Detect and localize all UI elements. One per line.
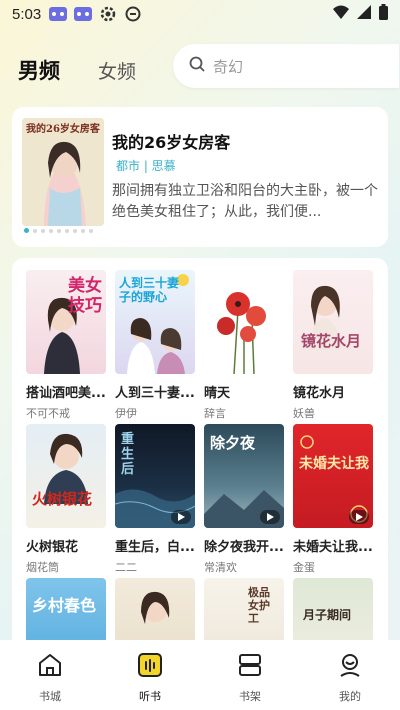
play-badge	[349, 510, 369, 524]
book-author: 金蛋	[293, 561, 315, 574]
featured-book-card[interactable]: 我的26岁女房客 我的26岁女房客 都市 | 思慕 那间拥有独立卫浴和阳台的大主…	[12, 107, 388, 247]
nav-label: 书架	[239, 690, 261, 703]
carousel-dot	[89, 228, 93, 233]
wifi-icon	[333, 5, 349, 23]
home-icon	[37, 652, 63, 682]
book-item[interactable]: 除夕夜 除夕夜我开... 常清欢	[204, 424, 284, 575]
book-item[interactable]: 月子期间	[293, 578, 373, 648]
nav-item-profile[interactable]: 我的	[310, 652, 390, 704]
book-title: 搭讪酒吧美...	[26, 386, 106, 401]
carousel-dot	[33, 228, 37, 233]
signal-icon	[357, 5, 371, 23]
book-author: 二二	[115, 561, 137, 574]
book-author: 常清欢	[204, 561, 237, 574]
carousel-dot	[24, 228, 29, 233]
carousel-indicator	[24, 228, 93, 233]
featured-book-description: 那间拥有独立卫浴和阳台的大主卧，被一个绝色美女租住了；从此，我们便...	[112, 183, 378, 220]
book-cover[interactable]: 重生后	[115, 424, 195, 528]
book-item[interactable]: 镜花水月 镜花水月 妖兽	[293, 270, 373, 421]
book-cover-text: 乡村春色	[32, 596, 97, 615]
book-title: 火树银花	[26, 540, 79, 555]
carousel-dot	[81, 228, 85, 233]
book-author: 烟花筒	[26, 561, 59, 574]
carousel-dot	[73, 228, 77, 233]
gamepad-icon	[49, 5, 68, 23]
featured-book-title: 我的26岁女房客	[112, 133, 231, 152]
search-input[interactable]: 奇幻	[173, 44, 399, 88]
tab-female[interactable]: 女频	[98, 57, 136, 84]
book-cover-text: 重生后	[121, 432, 135, 477]
book-cover[interactable]: 除夕夜	[204, 424, 284, 528]
book-cover[interactable]: 美女技巧	[26, 270, 106, 374]
book-title: 重生后，白...	[115, 540, 195, 555]
search-placeholder: 奇幻	[213, 57, 244, 76]
book-cover-text: 火树银花	[32, 490, 93, 508]
book-author: 妖兽	[293, 407, 315, 420]
book-item[interactable]: 未婚夫让我 未婚夫让我... 金蛋	[293, 424, 373, 575]
featured-cover-title: 我的26岁女房客	[26, 124, 100, 135]
nav-item-bookshelf[interactable]: 书架	[210, 652, 290, 704]
play-badge	[260, 510, 280, 524]
channel-tabs: 男频 女频	[18, 55, 136, 85]
carousel-dot	[49, 228, 53, 233]
book-author: 伊伊	[115, 407, 137, 420]
app-notification-icon	[124, 5, 142, 23]
bottom-navigation: 书城 听书 书架 我的	[0, 640, 400, 710]
book-item[interactable]	[115, 578, 195, 648]
book-cover[interactable]: 极品女护工	[204, 578, 284, 648]
book-title: 人到三十妻...	[115, 386, 195, 401]
book-item[interactable]: 晴天 辞言	[204, 270, 284, 421]
settings-icon	[99, 5, 117, 23]
book-cover-text: 除夕夜	[210, 434, 256, 452]
book-item[interactable]: 美女技巧 搭讪酒吧美... 不可不戒	[26, 270, 106, 421]
carousel-dot	[65, 228, 69, 233]
book-cover[interactable]: 月子期间	[293, 578, 373, 648]
book-cover[interactable]	[204, 270, 284, 374]
book-cover[interactable]: 人到三十妻子的野心	[115, 270, 195, 374]
book-item[interactable]: 乡村春色	[26, 578, 106, 648]
book-title: 晴天	[204, 386, 231, 401]
battery-icon	[379, 4, 388, 24]
tab-male[interactable]: 男频	[18, 55, 60, 85]
book-title: 除夕夜我开...	[204, 540, 284, 555]
gamepad-icon	[74, 5, 93, 23]
book-cover[interactable]: 未婚夫让我	[293, 424, 373, 528]
nav-label: 听书	[139, 690, 161, 703]
bookshelf-icon	[237, 652, 263, 682]
book-cover-text: 未婚夫让我	[299, 456, 369, 472]
carousel-dot	[41, 228, 45, 233]
status-time: 5:03	[12, 5, 42, 23]
book-author: 辞言	[204, 407, 226, 420]
featured-book-cover[interactable]: 我的26岁女房客	[22, 118, 104, 226]
status-bar: 5:03	[0, 0, 400, 28]
book-cover-text: 美女技巧	[68, 276, 102, 316]
nav-label: 我的	[339, 690, 361, 703]
carousel-dot	[57, 228, 61, 233]
book-title: 未婚夫让我...	[293, 540, 373, 555]
book-cover-text: 人到三十妻子的野心	[119, 276, 180, 304]
book-cover[interactable]: 火树银花	[26, 424, 106, 528]
profile-icon	[337, 652, 363, 682]
book-cover-text: 月子期间	[303, 608, 352, 622]
book-item[interactable]: 人到三十妻子的野心 人到三十妻... 伊伊	[115, 270, 195, 421]
audio-icon	[137, 652, 163, 682]
book-grid: 美女技巧 搭讪酒吧美... 不可不戒 人到三十妻子的野心 人到三十妻... 伊伊	[12, 258, 388, 648]
nav-label: 书城	[39, 690, 61, 703]
book-item[interactable]: 火树银花 火树银花 烟花筒	[26, 424, 106, 575]
book-item[interactable]: 极品女护工	[204, 578, 284, 648]
book-cover[interactable]: 镜花水月	[293, 270, 373, 374]
book-title: 镜花水月	[293, 386, 346, 401]
book-item[interactable]: 重生后 重生后，白... 二二	[115, 424, 195, 575]
play-badge	[171, 510, 191, 524]
book-cover-text: 镜花水月	[301, 332, 362, 350]
book-cover[interactable]	[115, 578, 195, 648]
nav-item-audiobooks[interactable]: 听书	[110, 652, 190, 704]
nav-item-bookstore[interactable]: 书城	[10, 652, 90, 704]
featured-book-tags: 都市 | 思慕	[116, 159, 176, 173]
book-author: 不可不戒	[26, 407, 70, 420]
book-cover-text: 极品女护工	[248, 586, 270, 625]
search-icon	[189, 56, 205, 76]
book-cover[interactable]: 乡村春色	[26, 578, 106, 648]
